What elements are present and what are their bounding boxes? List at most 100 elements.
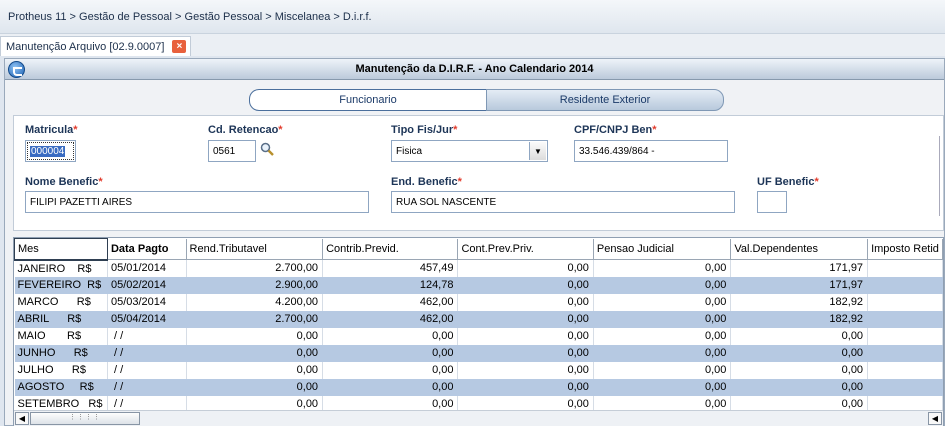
column-header[interactable]: Imposto Retid xyxy=(867,238,943,260)
table-cell[interactable]: 0,00 xyxy=(730,378,869,396)
table-cell[interactable]: 05/02/2014 xyxy=(107,276,187,294)
table-cell[interactable]: 462,00 xyxy=(322,310,459,328)
table-cell[interactable]: MARCO R$ xyxy=(14,293,108,311)
table-cell[interactable]: 0,00 xyxy=(457,327,594,345)
table-cell[interactable]: 0,00 xyxy=(457,293,594,311)
table-cell[interactable]: 0,00 xyxy=(186,344,324,362)
table-cell[interactable]: 124,78 xyxy=(322,276,459,294)
folder-tabs: Funcionario Residente Exterior xyxy=(249,89,724,111)
table-cell[interactable] xyxy=(867,310,943,328)
table-cell[interactable] xyxy=(867,327,943,345)
table-row[interactable]: MAIO R$ / /0,00 0,00 0,00 0,00 0,00 xyxy=(14,327,943,345)
table-cell[interactable]: 0,00 xyxy=(593,327,732,345)
tab-manutencao-arquivo[interactable]: Manutenção Arquivo [02.9.0007] × xyxy=(0,36,192,56)
table-row[interactable]: JULHO R$ / /0,00 0,00 0,00 0,00 0,00 xyxy=(14,361,943,379)
tab-funcionario[interactable]: Funcionario xyxy=(249,89,487,111)
tab-residente-exterior[interactable]: Residente Exterior xyxy=(486,89,724,111)
table-cell[interactable]: 0,00 xyxy=(322,327,459,345)
table-cell[interactable]: 0,00 xyxy=(322,344,459,362)
breadcrumb[interactable]: Protheus 11 > Gestão de Pessoal > Gestão… xyxy=(8,11,372,23)
table-cell[interactable]: ABRIL R$ xyxy=(14,310,108,328)
table-cell[interactable]: / / xyxy=(107,327,187,345)
table-cell[interactable] xyxy=(867,378,943,396)
table-cell[interactable]: 2.700,00 xyxy=(186,259,324,277)
cpf-cnpj-field[interactable]: 33.546.439/864 - xyxy=(574,140,728,162)
nome-benefic-field[interactable]: FILIPI PAZETTI AIRES xyxy=(25,191,369,213)
table-cell[interactable]: 0,00 xyxy=(186,378,324,396)
table-cell[interactable] xyxy=(867,276,943,294)
table-cell[interactable]: / / xyxy=(107,361,187,379)
table-cell[interactable]: 0,00 xyxy=(457,378,594,396)
table-cell[interactable]: 0,00 xyxy=(186,327,324,345)
table-cell[interactable] xyxy=(867,344,943,362)
table-cell[interactable]: 05/04/2014 xyxy=(107,310,187,328)
table-cell[interactable]: 0,00 xyxy=(593,259,732,277)
table-cell[interactable]: JULHO R$ xyxy=(14,361,108,379)
table-cell[interactable]: 0,00 xyxy=(593,361,732,379)
table-cell[interactable]: 171,97 xyxy=(730,276,869,294)
table-cell[interactable]: 0,00 xyxy=(457,259,594,277)
scroll-left-icon[interactable]: ◀ xyxy=(15,412,29,425)
table-row[interactable]: MARCO R$ 05/03/2014 4.200,00 462,00 0,00 0,00… xyxy=(14,293,943,311)
table-cell[interactable]: 462,00 xyxy=(322,293,459,311)
table-cell[interactable]: 0,00 xyxy=(186,361,324,379)
search-icon[interactable] xyxy=(260,142,274,156)
table-cell[interactable]: 0,00 xyxy=(593,276,732,294)
table-cell[interactable]: 2.700,00 xyxy=(186,310,324,328)
table-row[interactable]: JANEIRO R$ 05/01/2014 2.700,00 457,49 0,00 0,… xyxy=(14,259,943,277)
table-cell[interactable]: 05/03/2014 xyxy=(107,293,187,311)
column-header[interactable]: Cont.Prev.Priv. xyxy=(457,238,594,260)
table-cell[interactable]: 171,97 xyxy=(730,259,869,277)
table-cell[interactable]: MAIO R$ xyxy=(14,327,108,345)
table-cell[interactable]: 0,00 xyxy=(457,344,594,362)
uf-benefic-field[interactable] xyxy=(757,191,787,213)
table-cell[interactable]: 4.200,00 xyxy=(186,293,324,311)
column-header[interactable]: Rend.Tributavel xyxy=(186,238,324,260)
table-cell[interactable]: / / xyxy=(107,378,187,396)
table-cell[interactable] xyxy=(867,361,943,379)
table-cell[interactable]: 0,00 xyxy=(593,378,732,396)
chevron-down-icon[interactable]: ▼ xyxy=(529,142,546,160)
column-header[interactable]: Pensao Judicial xyxy=(593,238,732,260)
table-row[interactable]: JUNHO R$ / /0,00 0,00 0,00 0,00 0,00 xyxy=(14,344,943,362)
table-cell[interactable]: 05/01/2014 xyxy=(107,259,187,277)
scroll-right-icon[interactable]: ◀ xyxy=(928,412,942,425)
table-cell[interactable]: 2.900,00 xyxy=(186,276,324,294)
table-cell[interactable]: 0,00 xyxy=(730,327,869,345)
column-header[interactable]: Contrib.Previd. xyxy=(322,238,459,260)
cd-retencao-field[interactable]: 0561 xyxy=(208,140,256,162)
table-cell[interactable]: 0,00 xyxy=(730,361,869,379)
close-icon[interactable]: × xyxy=(172,40,187,53)
table-cell[interactable]: 0,00 xyxy=(322,378,459,396)
end-benefic-field[interactable]: RUA SOL NASCENTE xyxy=(391,191,735,213)
table-cell[interactable]: JANEIRO R$ xyxy=(14,259,108,277)
table-cell[interactable]: JUNHO R$ xyxy=(14,344,108,362)
form-scrollbar[interactable] xyxy=(939,136,944,216)
table-cell[interactable]: 0,00 xyxy=(593,293,732,311)
column-header[interactable]: Mes xyxy=(14,238,108,261)
table-row[interactable]: AGOSTO R$ / /0,00 0,00 0,00 0,00 0,00 xyxy=(14,378,943,396)
table-cell[interactable]: 0,00 xyxy=(593,310,732,328)
table-cell[interactable]: 182,92 xyxy=(730,293,869,311)
table-cell[interactable]: 0,00 xyxy=(593,344,732,362)
table-cell[interactable]: FEVEREIRO R$ xyxy=(14,276,108,294)
table-cell[interactable]: 0,00 xyxy=(730,344,869,362)
table-cell[interactable] xyxy=(867,293,943,311)
table-cell[interactable]: 182,92 xyxy=(730,310,869,328)
horizontal-scrollbar[interactable]: ◀ ⋮⋮⋮⋮ ◀ xyxy=(14,410,943,426)
table-cell[interactable] xyxy=(867,259,943,277)
table-row[interactable]: FEVEREIRO R$ 05/02/2014 2.900,00 124,78 0,00… xyxy=(14,276,943,294)
table-cell[interactable]: AGOSTO R$ xyxy=(14,378,108,396)
table-row[interactable]: ABRIL R$ 05/04/2014 2.700,00 462,00 0,00 0,00… xyxy=(14,310,943,328)
scroll-thumb[interactable]: ⋮⋮⋮⋮ xyxy=(30,412,140,425)
table-cell[interactable]: 0,00 xyxy=(322,361,459,379)
column-header[interactable]: Val.Dependentes xyxy=(730,238,869,260)
tipo-fis-jur-select[interactable]: Fisica ▼ xyxy=(391,140,548,162)
table-cell[interactable]: 0,00 xyxy=(457,276,594,294)
matricula-field[interactable]: 000004 xyxy=(25,140,76,162)
table-cell[interactable]: 0,00 xyxy=(457,361,594,379)
table-cell[interactable]: / / xyxy=(107,344,187,362)
table-cell[interactable]: 457,49 xyxy=(322,259,459,277)
table-cell[interactable]: 0,00 xyxy=(457,310,594,328)
column-header[interactable]: Data Pagto xyxy=(107,238,187,260)
